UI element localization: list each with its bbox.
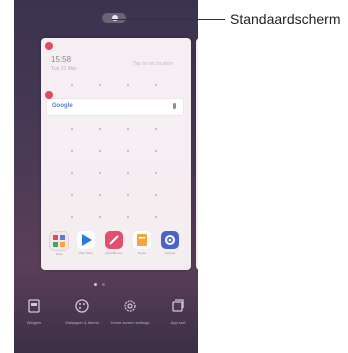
edit-toolbar: Widgets Wallpaper & theme Home screen se… xyxy=(14,292,198,353)
settings-app-icon[interactable]: Settings xyxy=(161,231,179,255)
home-screen-preview[interactable]: 15:58 Tue 21 Mar Tap to set location Goo… xyxy=(41,38,191,270)
play-store-icon[interactable]: Play Store xyxy=(77,231,95,255)
callout-label: Standaardscherm xyxy=(230,11,341,27)
widgets-label: Widgets xyxy=(26,320,42,325)
google-logo: Google xyxy=(52,103,73,109)
app-label: Tools xyxy=(55,252,63,256)
app-sort-label: App sort xyxy=(170,320,186,325)
home-screen-settings-label: Home screen settings xyxy=(110,320,150,325)
remove-page-icon[interactable] xyxy=(45,42,53,50)
gear-icon xyxy=(124,300,136,312)
home-screen-settings-button[interactable]: Home screen settings xyxy=(110,298,150,338)
app-dock: Tools Play Store QuickMemo+ Notes Settin… xyxy=(47,231,185,256)
app-sort-icon xyxy=(172,299,184,312)
remove-widget-icon[interactable] xyxy=(45,91,53,99)
next-page-preview[interactable] xyxy=(196,38,198,270)
app-sort-button[interactable]: App sort xyxy=(158,298,198,338)
palette-icon xyxy=(75,299,89,313)
page-indicator-active xyxy=(94,283,97,286)
home-screen-indicator[interactable] xyxy=(102,13,126,23)
app-label: QuickMemo+ xyxy=(105,251,123,255)
widgets-button[interactable]: Widgets xyxy=(14,298,54,338)
app-label: Settings xyxy=(164,251,176,255)
pen-app-icon[interactable]: QuickMemo+ xyxy=(105,231,123,255)
mic-icon[interactable] xyxy=(173,103,176,109)
widgets-icon xyxy=(28,299,40,313)
wallpaper-theme-label: Wallpaper & theme xyxy=(65,320,99,325)
weather-widget: Tap to set location xyxy=(133,61,174,67)
clock-widget-time: 15:58 xyxy=(51,55,72,64)
google-search-widget[interactable]: Google xyxy=(47,99,183,115)
page-indicator xyxy=(102,283,105,286)
notes-app-icon[interactable]: Notes xyxy=(133,231,151,255)
phone-screen: 15:58 Tue 21 Mar Tap to set location Goo… xyxy=(14,0,198,353)
home-dot-icon xyxy=(112,15,118,21)
wallpaper-theme-button[interactable]: Wallpaper & theme xyxy=(62,298,102,338)
grid-app-icon[interactable]: Tools xyxy=(49,231,69,256)
callout-line xyxy=(112,19,225,20)
app-label: Play Store xyxy=(79,251,93,255)
app-label: Notes xyxy=(138,251,146,255)
clock-widget-date: Tue 21 Mar xyxy=(51,66,77,72)
